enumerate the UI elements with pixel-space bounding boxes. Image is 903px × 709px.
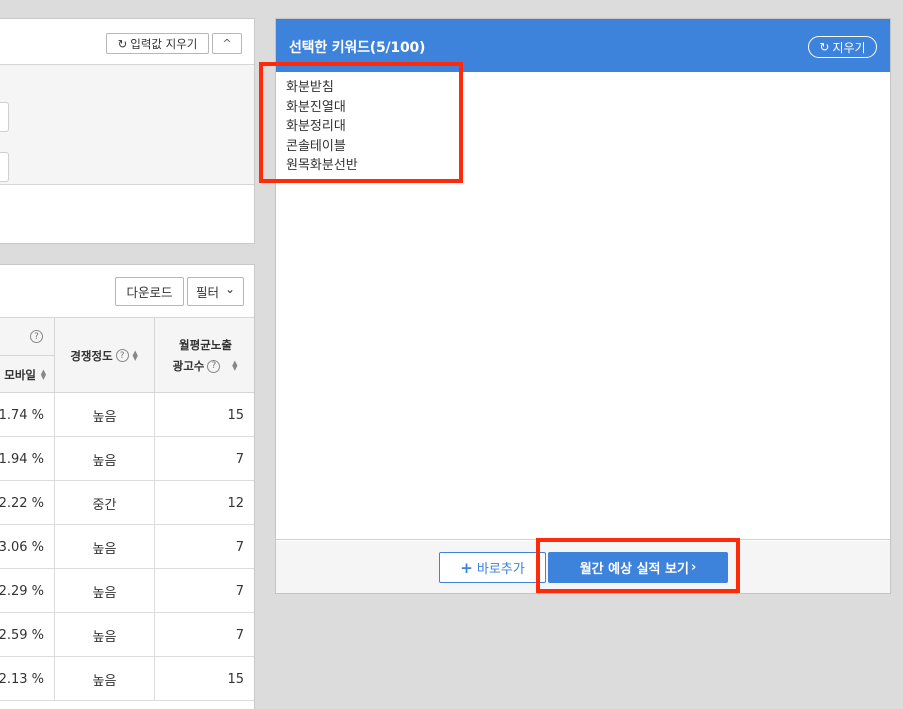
view-monthly-estimate-button[interactable]: 월간 예상 실적 보기 › — [548, 552, 728, 583]
keyword-list: 화분받침 화분진열대 화분정리대 콘솔테이블 원목화분선반 — [286, 78, 358, 176]
plus-icon: + — [460, 558, 473, 577]
ads-header-line2-wrap: 광고수 ? ▲ ▼ — [173, 356, 239, 377]
ctr-cell: 1.74 % — [0, 393, 55, 437]
ads-cell: 7 — [235, 451, 244, 467]
help-icon[interactable]: ? — [115, 349, 129, 362]
keyword-item: 원목화분선반 — [286, 158, 358, 174]
table-row: 3.06 % 높음 7 — [0, 525, 254, 569]
competition-column-header[interactable]: 경쟁정도 ? ▲ ▼ — [55, 318, 155, 393]
input-panel-body — [0, 65, 254, 185]
view-estimate-label: 월간 예상 실적 보기 — [579, 562, 689, 577]
competition-header-label: 경쟁정도 — [70, 348, 113, 363]
website-input-field[interactable] — [0, 152, 9, 182]
keyword-item: 콘솔테이블 — [286, 138, 346, 154]
chevron-right-icon: › — [690, 560, 697, 575]
keyword-item: 화분진열대 — [286, 99, 346, 115]
refresh-icon: ↻ — [117, 36, 128, 51]
ads-cell: 15 — [227, 671, 244, 687]
input-panel-header: ↻ 입력값 지우기 ^ — [0, 19, 254, 65]
table-row: 2.13 % 높음 15 — [0, 657, 254, 701]
ctr-cell: 2.22 % — [0, 481, 55, 525]
selected-keywords-header: 선택한 키워드(5/100) ↻ 지우기 — [276, 19, 890, 72]
ads-cell: 7 — [235, 583, 244, 599]
competition-cell: 높음 — [55, 437, 155, 481]
sort-icon: ▲ ▼ — [232, 359, 238, 372]
quick-add-button[interactable]: + 바로추가 — [439, 552, 546, 583]
table-row: 2.22 % 중간 12 — [0, 481, 254, 525]
quick-add-label: 바로추가 — [476, 562, 525, 577]
filter-label: 필터 — [195, 285, 219, 300]
sort-icon: ▲ ▼ — [132, 348, 138, 362]
ctr-header-top: ? — [0, 318, 55, 356]
selected-keywords-footer: + 바로추가 월간 예상 실적 보기 › — [276, 541, 890, 593]
ctr-cell: 1.94 % — [0, 437, 55, 481]
table-body: 1.74 % 높음 15 1.94 % 높음 7 2.22 % 중간 12 3.… — [0, 393, 254, 701]
keyword-input-field[interactable] — [0, 102, 9, 132]
table-row: 2.29 % 높음 7 — [0, 569, 254, 613]
ctr-column-header: ? 모바일 ▲ ▼ — [0, 318, 55, 393]
ads-cell: 15 — [227, 407, 244, 423]
ctr-cell: 2.59 % — [0, 613, 55, 657]
clear-keywords-button[interactable]: ↻ 지우기 — [808, 36, 877, 58]
table-row: 2.59 % 높음 7 — [0, 613, 254, 657]
keyword-item: 화분받침 — [286, 80, 334, 95]
keyword-input-panel: ↻ 입력값 지우기 ^ — [0, 18, 255, 244]
results-table-panel: 다운로드 필터 ⌄ ? 모바일 ▲ ▼ 경쟁정도 ? ▲ ▼ 월평균노출 광고수 ? — [0, 264, 255, 709]
mobile-label: 모바일 — [4, 367, 36, 382]
competition-cell: 높음 — [55, 613, 155, 657]
table-toolbar: 다운로드 필터 ⌄ — [0, 265, 254, 318]
ads-header-line1: 월평균노출 — [179, 337, 232, 352]
chevron-up-icon: ^ — [222, 37, 232, 50]
ctr-cell: 2.13 % — [0, 657, 55, 701]
clear-label: 지우기 — [832, 40, 866, 55]
help-icon[interactable]: ? — [207, 359, 221, 373]
ctr-cell: 3.06 % — [0, 525, 55, 569]
ads-count-column-header[interactable]: 월평균노출 광고수 ? ▲ ▼ — [155, 318, 256, 393]
ads-cell: 7 — [235, 627, 244, 643]
table-header: ? 모바일 ▲ ▼ 경쟁정도 ? ▲ ▼ 월평균노출 광고수 ? ▲ ▼ — [0, 318, 254, 393]
table-row: 1.94 % 높음 7 — [0, 437, 254, 481]
filter-button[interactable]: 필터 ⌄ — [187, 277, 244, 306]
competition-cell: 높음 — [55, 657, 155, 701]
ctr-cell: 2.29 % — [0, 569, 55, 613]
keyword-item: 화분정리대 — [286, 119, 346, 135]
ads-cell: 7 — [235, 539, 244, 555]
reset-input-label: 입력값 지우기 — [130, 36, 198, 51]
download-button[interactable]: 다운로드 — [115, 277, 184, 306]
competition-cell: 높음 — [55, 525, 155, 569]
refresh-icon: ↻ — [819, 40, 830, 54]
keyword-textarea[interactable]: 화분받침 화분진열대 화분정리대 콘솔테이블 원목화분선반 — [276, 72, 890, 540]
collapse-button[interactable]: ^ — [212, 33, 242, 54]
sort-icon: ▲ ▼ — [40, 367, 47, 381]
chevron-down-icon: ⌄ — [224, 282, 236, 296]
help-icon[interactable]: ? — [30, 330, 43, 343]
competition-cell: 중간 — [55, 481, 155, 525]
reset-input-button[interactable]: ↻ 입력값 지우기 — [106, 33, 209, 54]
competition-cell: 높음 — [55, 393, 155, 437]
ads-header-line2: 광고수 — [172, 358, 205, 373]
mobile-ctr-header[interactable]: 모바일 ▲ ▼ — [0, 356, 55, 393]
table-row: 1.74 % 높음 15 — [0, 393, 254, 437]
selected-keywords-panel: 선택한 키워드(5/100) ↻ 지우기 화분받침 화분진열대 화분정리대 콘솔… — [275, 18, 891, 594]
selected-keywords-title: 선택한 키워드(5/100) — [289, 40, 426, 56]
ads-cell: 12 — [227, 495, 244, 511]
competition-cell: 높음 — [55, 569, 155, 613]
